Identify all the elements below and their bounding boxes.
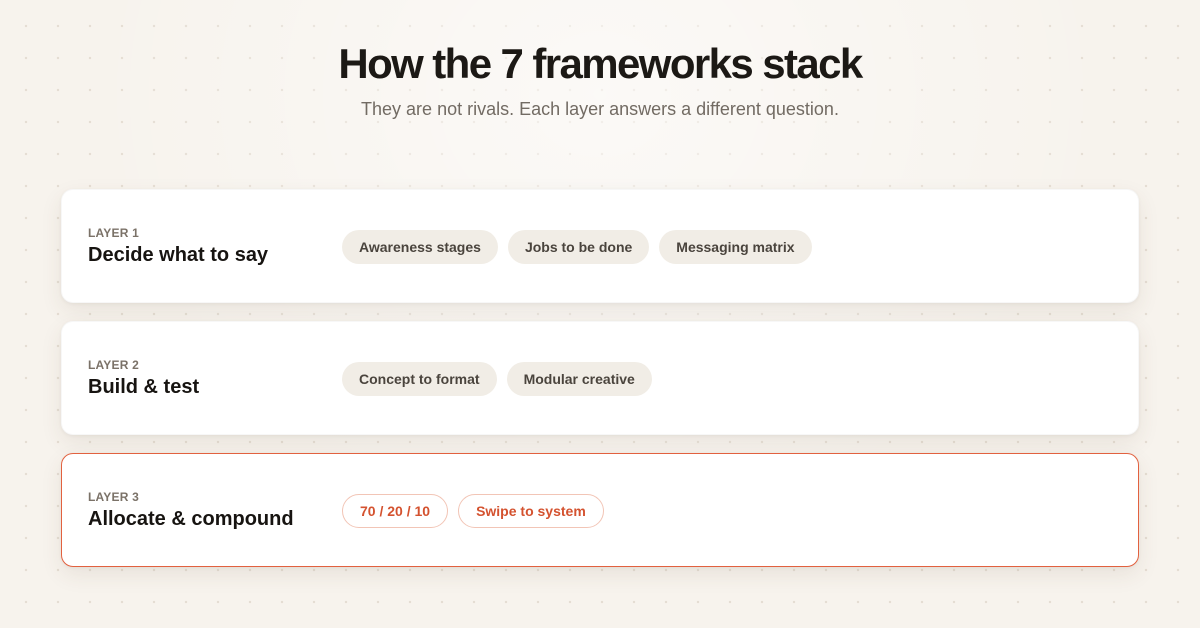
layer-3-label: LAYER 3 <box>88 490 139 504</box>
pill-concept-to-format: Concept to format <box>342 362 497 396</box>
page-title: How the 7 frameworks stack <box>338 40 863 87</box>
layer-3-pills: 70 / 20 / 10 Swipe to system <box>342 494 604 528</box>
layer-1-heading: LAYER 1 Decide what to say <box>88 226 268 267</box>
layer-card-3: LAYER 3 Allocate & compound 70 / 20 / 10… <box>61 453 1139 567</box>
pill-modular-creative: Modular creative <box>506 362 652 396</box>
layer-2-name: Build & test <box>88 376 200 398</box>
layer-3-name: Allocate & compound <box>88 508 294 530</box>
pill-70-20-10: 70 / 20 / 10 <box>342 494 449 528</box>
layer-1-pills: Awareness stages Jobs to be done Messagi… <box>342 230 812 264</box>
pill-messaging-matrix: Messaging matrix <box>659 230 812 264</box>
layer-2-label: LAYER 2 <box>88 358 139 372</box>
pill-swipe-to-system: Swipe to system <box>458 494 604 528</box>
pill-jobs-to-be-done: Jobs to be done <box>507 230 650 264</box>
layer-1-name: Decide what to say <box>88 244 269 266</box>
page-subtitle: They are not rivals. Each layer answers … <box>361 99 839 119</box>
layer-card-2: LAYER 2 Build & test Concept to format M… <box>61 321 1139 435</box>
layer-3-heading: LAYER 3 Allocate & compound <box>88 490 294 531</box>
pill-awareness-stages: Awareness stages <box>342 230 498 264</box>
layer-stack: LAYER 1 Decide what to say Awareness sta… <box>61 189 1139 585</box>
layer-2-pills: Concept to format Modular creative <box>342 362 652 396</box>
header: How the 7 frameworks stack They are not … <box>0 40 1200 120</box>
layer-card-1: LAYER 1 Decide what to say Awareness sta… <box>61 189 1139 303</box>
layer-2-heading: LAYER 2 Build & test <box>88 358 199 399</box>
layer-1-label: LAYER 1 <box>88 226 139 240</box>
